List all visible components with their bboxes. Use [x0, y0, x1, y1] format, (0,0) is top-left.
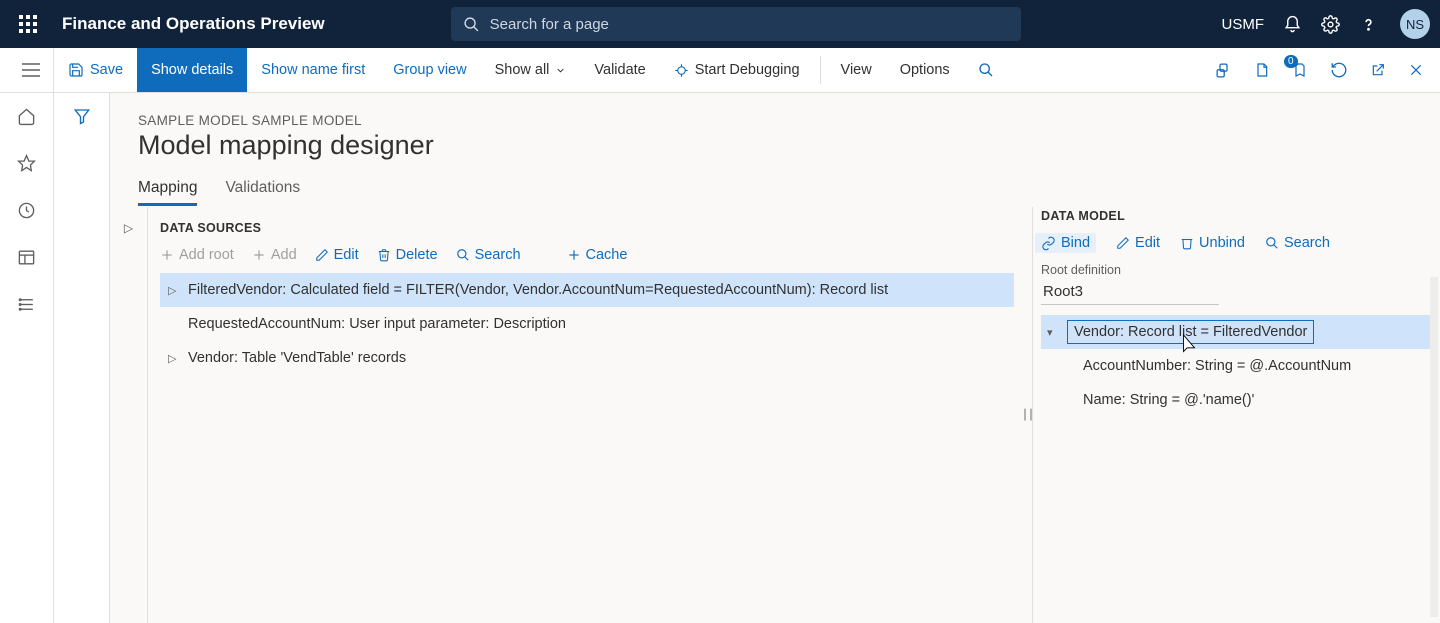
- workspaces-icon[interactable]: [17, 248, 36, 267]
- edit-button[interactable]: Edit: [315, 247, 359, 263]
- command-bar: Save Show details Show name first Group …: [0, 48, 1440, 93]
- attach-icon[interactable]: [1215, 62, 1232, 79]
- page-title: Model mapping designer: [138, 130, 1412, 161]
- show-all-dropdown[interactable]: Show all: [481, 48, 581, 92]
- dm-tree-row[interactable]: Name: String = @.'name()': [1041, 383, 1432, 417]
- page-tabs: Mapping Validations: [110, 179, 1440, 207]
- dm-search-button[interactable]: Search: [1265, 233, 1330, 253]
- main-content: SAMPLE MODEL SAMPLE MODEL Model mapping …: [110, 93, 1440, 623]
- data-model-pane: DATA MODEL Bind Edit Unbind: [1032, 207, 1440, 623]
- group-view-label: Group view: [393, 62, 466, 78]
- global-search-input[interactable]: [490, 16, 1009, 33]
- show-name-first-button[interactable]: Show name first: [247, 48, 379, 92]
- options-menu[interactable]: Options: [886, 48, 964, 92]
- filter-icon[interactable]: [73, 107, 91, 623]
- search-button[interactable]: Search: [456, 247, 521, 263]
- cache-button[interactable]: Cache: [567, 247, 628, 263]
- expand-icon[interactable]: ▷: [168, 284, 182, 297]
- data-model-heading: DATA MODEL: [1041, 207, 1432, 233]
- breadcrumb: SAMPLE MODEL SAMPLE MODEL: [138, 113, 1412, 128]
- messages-badge: 0: [1284, 55, 1298, 68]
- notifications-icon[interactable]: [1282, 14, 1302, 34]
- tree-row[interactable]: ▷ FilteredVendor: Calculated field = FIL…: [160, 273, 1014, 307]
- pane-splitter[interactable]: ┃┃: [1024, 207, 1032, 623]
- user-avatar[interactable]: NS: [1400, 9, 1430, 39]
- nav-toggle-icon[interactable]: [8, 48, 54, 92]
- unbind-button[interactable]: Unbind: [1180, 233, 1245, 253]
- add-root-button[interactable]: Add root: [160, 247, 234, 263]
- app-title: Finance and Operations Preview: [62, 14, 325, 34]
- dm-edit-button[interactable]: Edit: [1116, 233, 1160, 253]
- options-label: Options: [900, 62, 950, 78]
- left-nav-rail: [0, 93, 54, 623]
- show-all-label: Show all: [495, 62, 550, 78]
- data-sources-heading: DATA SOURCES: [160, 221, 1014, 235]
- home-icon[interactable]: [17, 107, 36, 126]
- save-button[interactable]: Save: [54, 48, 137, 92]
- start-debugging-label: Start Debugging: [695, 62, 800, 78]
- root-definition-value[interactable]: Root3: [1041, 277, 1219, 305]
- group-view-button[interactable]: Group view: [379, 48, 480, 92]
- collapse-icon[interactable]: ▾: [1047, 326, 1061, 339]
- settings-icon[interactable]: [1320, 14, 1340, 34]
- data-sources-toolbar: Add root Add Edit Delete: [160, 247, 1014, 263]
- data-model-toolbar: Bind Edit Unbind Search: [1041, 233, 1432, 253]
- view-label: View: [841, 62, 872, 78]
- top-navbar: Finance and Operations Preview USMF NS: [0, 0, 1440, 48]
- save-label: Save: [90, 62, 123, 78]
- expand-icon[interactable]: ▷: [168, 352, 182, 365]
- validate-button[interactable]: Validate: [580, 48, 659, 92]
- scrollbar[interactable]: [1430, 277, 1438, 617]
- global-search[interactable]: [451, 7, 1021, 41]
- tab-mapping[interactable]: Mapping: [138, 179, 197, 206]
- bind-button[interactable]: Bind: [1035, 233, 1096, 253]
- dm-tree-row[interactable]: ▾ Vendor: Record list = FilteredVendor: [1041, 315, 1432, 349]
- tree-row[interactable]: ▷ Vendor: Table 'VendTable' records: [160, 341, 1014, 375]
- delete-button[interactable]: Delete: [377, 247, 438, 263]
- show-details-label: Show details: [151, 62, 233, 78]
- modules-icon[interactable]: [17, 295, 36, 314]
- root-definition-label: Root definition: [1041, 263, 1432, 277]
- add-button[interactable]: Add: [252, 247, 297, 263]
- tab-validations[interactable]: Validations: [225, 179, 300, 206]
- refresh-icon[interactable]: [1330, 61, 1348, 79]
- popout-icon[interactable]: [1370, 62, 1386, 78]
- recent-icon[interactable]: [17, 201, 36, 220]
- data-sources-tree: ▷ FilteredVendor: Calculated field = FIL…: [160, 273, 1014, 375]
- app-launcher-icon[interactable]: [10, 0, 46, 48]
- validate-label: Validate: [594, 62, 645, 78]
- tree-row[interactable]: ▷ RequestedAccountNum: User input parame…: [160, 307, 1014, 341]
- data-model-tree: ▾ Vendor: Record list = FilteredVendor A…: [1041, 315, 1432, 417]
- data-source-types-collapsed[interactable]: ▷: [110, 207, 148, 623]
- dm-tree-row[interactable]: AccountNumber: String = @.AccountNum: [1041, 349, 1432, 383]
- start-debugging-button[interactable]: Start Debugging: [660, 48, 814, 92]
- data-sources-pane: ▷ DATA SOURCES Add root Add: [110, 207, 1024, 623]
- show-name-first-label: Show name first: [261, 62, 365, 78]
- close-icon[interactable]: [1408, 62, 1424, 78]
- company-code[interactable]: USMF: [1222, 16, 1265, 33]
- filter-column: [54, 93, 110, 623]
- open-in-office-icon[interactable]: [1254, 61, 1270, 79]
- show-details-button[interactable]: Show details: [137, 48, 247, 92]
- favorites-icon[interactable]: [17, 154, 36, 173]
- messages-icon[interactable]: 0: [1292, 61, 1308, 79]
- view-menu[interactable]: View: [827, 48, 886, 92]
- help-icon[interactable]: [1358, 14, 1378, 34]
- command-search-button[interactable]: [964, 48, 1008, 92]
